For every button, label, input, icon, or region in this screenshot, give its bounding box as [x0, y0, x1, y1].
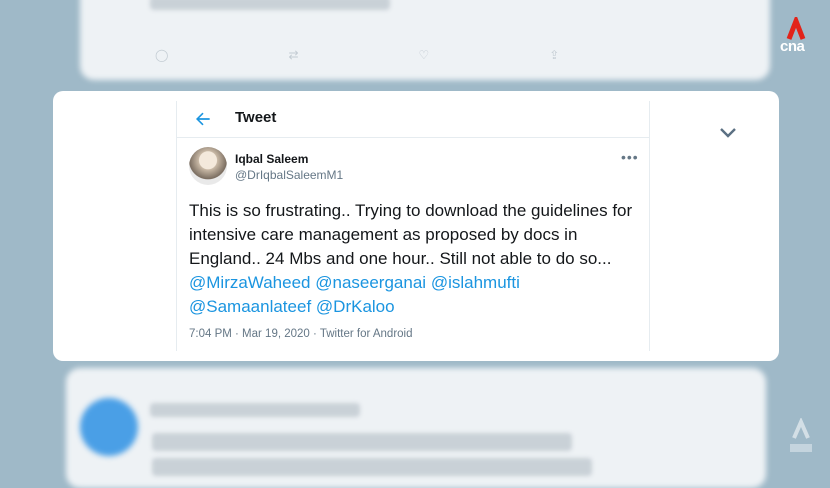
mention-link[interactable]: @Samaanlateef [189, 297, 311, 316]
tweet-timestamp[interactable]: 7:04 PM · Mar 19, 2020 · Twitter for And… [189, 328, 413, 340]
tweet-header: Tweet [177, 101, 649, 138]
page-title: Tweet [235, 109, 277, 126]
background-text-blur [150, 403, 360, 417]
tweet-body: This is so frustrating.. Trying to downl… [189, 201, 633, 268]
author-handle[interactable]: @DrIqbalSaleemM1 [235, 168, 343, 182]
back-arrow-icon[interactable] [193, 109, 213, 129]
mention-link[interactable]: @MirzaWaheed [189, 273, 311, 292]
background-text-blur [152, 458, 592, 476]
tweet-detail-panel: Tweet Iqbal Saleem @DrIqbalSaleemM1 ••• … [176, 101, 650, 351]
background-text-blur [152, 433, 572, 451]
chevron-down-icon[interactable] [718, 125, 738, 141]
mention-link[interactable]: @islahmufti [431, 273, 520, 292]
author-display-name[interactable]: Iqbal Saleem [235, 152, 308, 166]
tweet-text: This is so frustrating.. Trying to downl… [189, 199, 639, 319]
avatar[interactable] [189, 147, 227, 185]
mention-link[interactable]: @naseerganai [315, 273, 426, 292]
background-action-icons: ◯ ⇄ ♡ ⇪ [155, 48, 560, 62]
more-dots-icon[interactable]: ••• [621, 149, 639, 165]
background-avatar [80, 398, 138, 456]
background-tweet-card-top [80, 0, 770, 80]
logo-text: cna [780, 38, 805, 55]
mention-link[interactable]: @DrKaloo [316, 297, 395, 316]
cna-watermark-icon [790, 418, 812, 452]
background-text-blur [150, 0, 390, 10]
